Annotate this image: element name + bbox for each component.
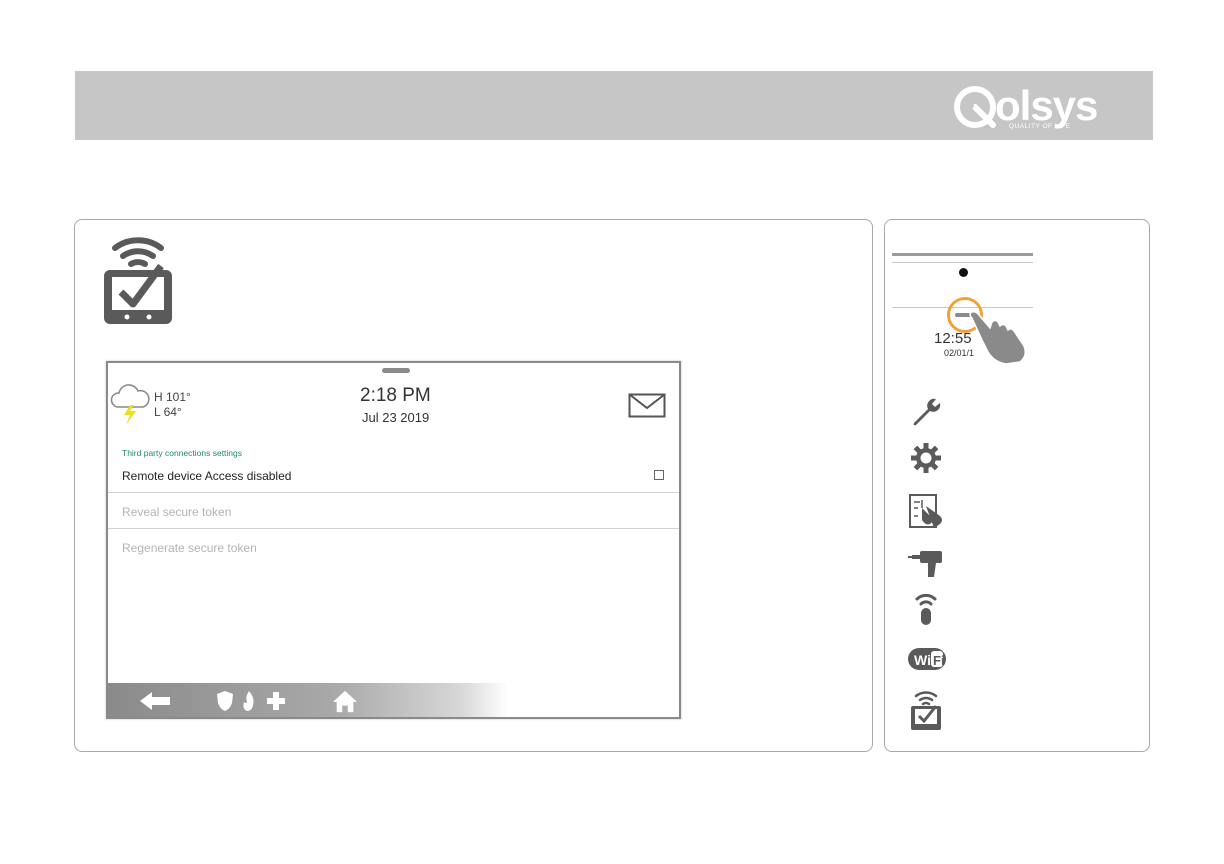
remote-access-checkbox[interactable] — [654, 470, 664, 480]
remote-icon — [915, 593, 937, 625]
remote-access-icon — [104, 237, 172, 324]
weather-high: H 101° — [154, 390, 191, 404]
regenerate-token-row[interactable]: Regenerate secure token — [108, 529, 679, 565]
fire-icon[interactable] — [240, 689, 258, 713]
regenerate-token-label: Regenerate secure token — [122, 541, 257, 555]
side-divider — [892, 262, 1033, 263]
mail-icon[interactable] — [628, 393, 666, 418]
back-arrow-icon[interactable] — [138, 689, 172, 713]
clock-time: 2:18 PM — [360, 385, 431, 406]
bottom-nav-bar — [108, 683, 679, 717]
remote-access-row[interactable]: Remote device Access disabled — [108, 457, 679, 493]
brand-tagline: QUALITY OF LIFE — [1009, 123, 1071, 130]
wifi-icon: Wi Fi — [908, 648, 946, 670]
camera-dot — [959, 268, 968, 277]
installation-icon — [909, 494, 942, 528]
pointing-hand-icon — [969, 311, 1027, 364]
svg-text:Wi: Wi — [914, 652, 931, 668]
weather-low: L 64° — [154, 405, 182, 419]
pull-down-handle[interactable] — [382, 368, 410, 373]
home-icon[interactable] — [330, 689, 360, 713]
police-shield-icon[interactable] — [216, 689, 234, 713]
brand-q-icon — [954, 86, 996, 128]
svg-text:Fi: Fi — [933, 653, 945, 668]
brand-logo: olsys QUALITY OF LIFE — [953, 81, 1133, 133]
header-band: olsys QUALITY OF LIFE — [75, 71, 1153, 140]
clock-date: Jul 23 2019 — [362, 410, 430, 425]
side-divider — [892, 253, 1033, 256]
remote-access-icon — [911, 691, 941, 730]
weather-storm-icon — [110, 384, 150, 425]
medical-cross-icon[interactable] — [264, 689, 288, 713]
gear-icon — [911, 443, 941, 473]
reveal-token-row[interactable]: Reveal secure token — [108, 493, 679, 529]
remote-access-label: Remote device Access disabled — [122, 469, 292, 483]
panel-screen: H 101° L 64° 2:18 PM Jul 23 2019 Third p… — [106, 361, 681, 719]
reveal-token-label: Reveal secure token — [122, 505, 232, 519]
wrench-icon — [913, 398, 941, 426]
drill-icon — [908, 551, 942, 577]
